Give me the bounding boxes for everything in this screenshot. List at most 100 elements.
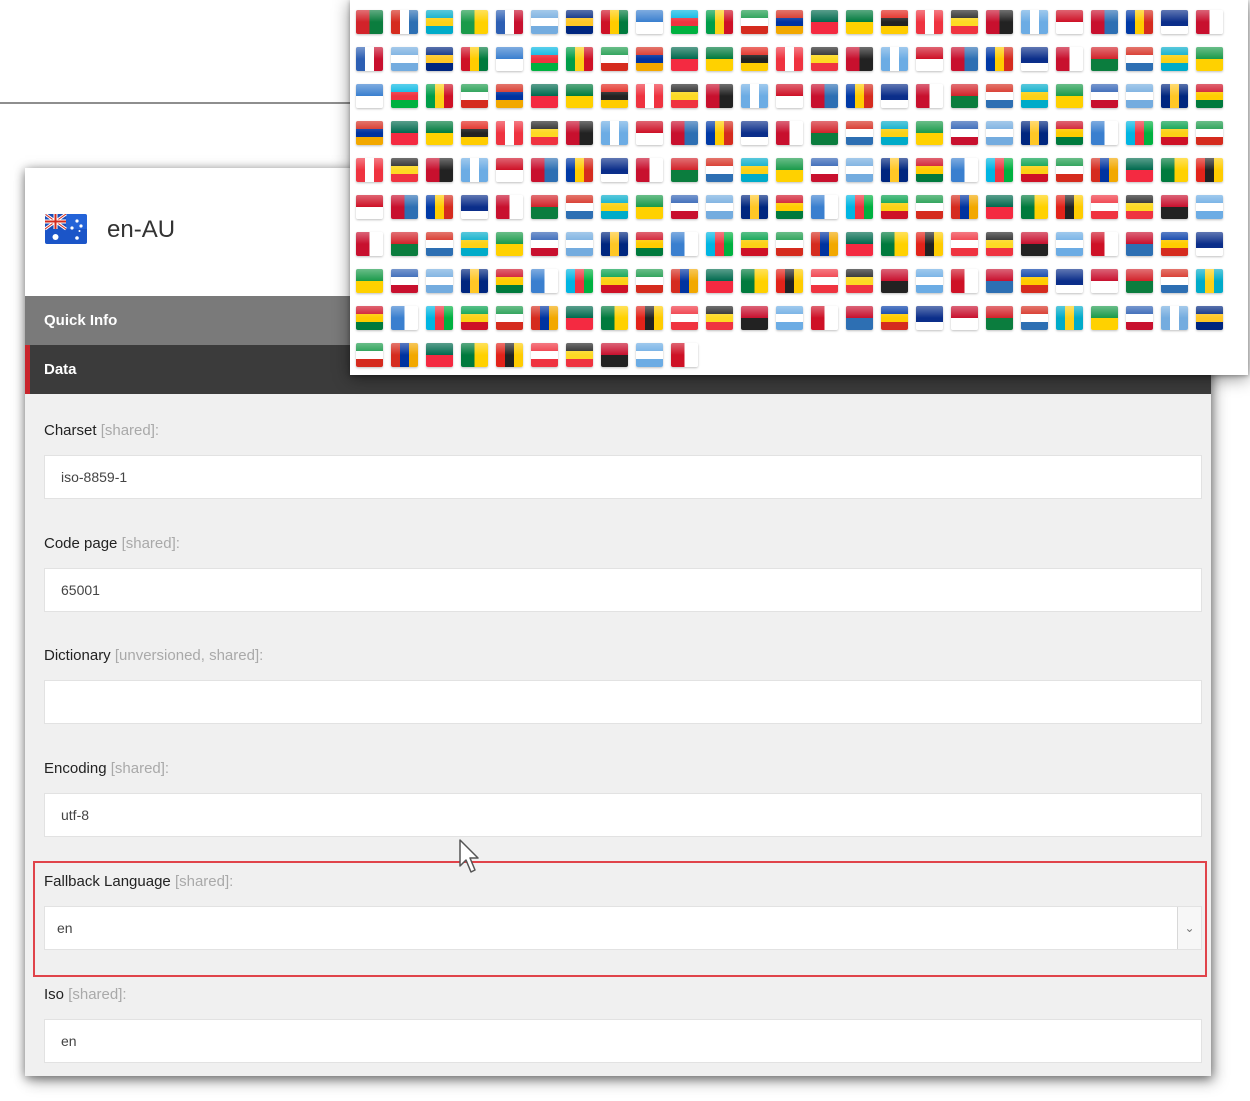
country-flag-icon[interactable] [846, 84, 873, 108]
country-flag-icon[interactable] [706, 269, 733, 293]
country-flag-icon[interactable] [1196, 121, 1223, 145]
country-flag-icon[interactable] [531, 195, 558, 219]
country-flag-icon[interactable] [741, 195, 768, 219]
country-flag-icon[interactable] [391, 84, 418, 108]
country-flag-icon[interactable] [1021, 269, 1048, 293]
country-flag-icon[interactable] [986, 232, 1013, 256]
country-flag-icon[interactable] [1021, 232, 1048, 256]
country-flag-icon[interactable] [461, 158, 488, 182]
country-flag-icon[interactable] [671, 232, 698, 256]
country-flag-icon[interactable] [356, 232, 383, 256]
country-flag-icon[interactable] [986, 306, 1013, 330]
country-flag-icon[interactable] [881, 306, 908, 330]
country-flag-icon[interactable] [916, 121, 943, 145]
country-flag-icon[interactable] [1196, 10, 1223, 34]
country-flag-icon[interactable] [951, 121, 978, 145]
country-flag-icon[interactable] [531, 121, 558, 145]
country-flag-icon[interactable] [566, 121, 593, 145]
country-flag-icon[interactable] [881, 158, 908, 182]
country-flag-icon[interactable] [391, 10, 418, 34]
country-flag-icon[interactable] [426, 84, 453, 108]
country-flag-icon[interactable] [636, 343, 663, 367]
country-flag-icon[interactable] [1161, 84, 1188, 108]
country-flag-icon[interactable] [1056, 232, 1083, 256]
country-flag-icon[interactable] [601, 269, 628, 293]
country-flag-icon[interactable] [916, 232, 943, 256]
country-flag-icon[interactable] [811, 47, 838, 71]
country-flag-icon[interactable] [566, 158, 593, 182]
country-flag-icon[interactable] [426, 306, 453, 330]
country-flag-icon[interactable] [461, 121, 488, 145]
country-flag-icon[interactable] [531, 158, 558, 182]
country-flag-icon[interactable] [636, 195, 663, 219]
country-flag-icon[interactable] [356, 343, 383, 367]
country-flag-icon[interactable] [531, 232, 558, 256]
country-flag-icon[interactable] [986, 84, 1013, 108]
country-flag-icon[interactable] [741, 232, 768, 256]
country-flag-icon[interactable] [426, 195, 453, 219]
country-flag-icon[interactable] [1091, 10, 1118, 34]
country-flag-icon[interactable] [636, 232, 663, 256]
country-flag-icon[interactable] [1196, 269, 1223, 293]
country-flag-icon[interactable] [461, 195, 488, 219]
country-flag-icon[interactable] [741, 47, 768, 71]
country-flag-icon[interactable] [951, 232, 978, 256]
country-flag-icon[interactable] [706, 10, 733, 34]
country-flag-icon[interactable] [636, 158, 663, 182]
country-flag-icon[interactable] [671, 269, 698, 293]
country-flag-icon[interactable] [881, 232, 908, 256]
country-flag-icon[interactable] [916, 158, 943, 182]
country-flag-icon[interactable] [741, 10, 768, 34]
country-flag-icon[interactable] [1056, 269, 1083, 293]
australia-flag-icon[interactable] [45, 214, 87, 244]
country-flag-icon[interactable] [496, 269, 523, 293]
country-flag-icon[interactable] [356, 84, 383, 108]
country-flag-icon[interactable] [776, 121, 803, 145]
country-flag-icon[interactable] [566, 269, 593, 293]
country-flag-icon[interactable] [636, 306, 663, 330]
country-flag-icon[interactable] [1126, 47, 1153, 71]
country-flag-icon[interactable] [601, 195, 628, 219]
country-flag-icon[interactable] [951, 158, 978, 182]
country-flag-icon[interactable] [951, 10, 978, 34]
country-flag-icon[interactable] [1056, 47, 1083, 71]
country-flag-icon[interactable] [1126, 232, 1153, 256]
country-flag-icon[interactable] [1021, 158, 1048, 182]
country-flag-icon[interactable] [601, 47, 628, 71]
country-flag-icon[interactable] [741, 158, 768, 182]
country-flag-icon[interactable] [531, 84, 558, 108]
chevron-down-icon[interactable]: ⌄ [1177, 907, 1201, 949]
country-flag-icon[interactable] [566, 195, 593, 219]
country-flag-icon[interactable] [531, 306, 558, 330]
country-flag-icon[interactable] [1056, 84, 1083, 108]
country-flag-icon[interactable] [496, 158, 523, 182]
country-flag-icon[interactable] [531, 10, 558, 34]
country-flag-icon[interactable] [1126, 10, 1153, 34]
country-flag-icon[interactable] [776, 269, 803, 293]
country-flag-icon[interactable] [391, 121, 418, 145]
country-flag-icon[interactable] [741, 306, 768, 330]
country-flag-icon[interactable] [776, 195, 803, 219]
country-flag-icon[interactable] [671, 343, 698, 367]
country-flag-icon[interactable] [391, 47, 418, 71]
country-flag-icon[interactable] [461, 10, 488, 34]
country-flag-icon[interactable] [811, 306, 838, 330]
country-flag-icon[interactable] [1161, 232, 1188, 256]
country-flag-icon[interactable] [846, 158, 873, 182]
code-page-input[interactable]: 65001 [44, 568, 1202, 612]
country-flag-icon[interactable] [1161, 269, 1188, 293]
country-flag-icon[interactable] [706, 195, 733, 219]
country-flag-icon[interactable] [846, 195, 873, 219]
country-flag-icon[interactable] [1021, 47, 1048, 71]
country-flag-icon[interactable] [881, 195, 908, 219]
country-flag-icon[interactable] [811, 158, 838, 182]
country-flag-icon[interactable] [391, 343, 418, 367]
country-flag-icon[interactable] [601, 158, 628, 182]
country-flag-icon[interactable] [601, 306, 628, 330]
country-flag-icon[interactable] [356, 10, 383, 34]
country-flag-icon[interactable] [356, 195, 383, 219]
country-flag-icon[interactable] [601, 121, 628, 145]
country-flag-icon[interactable] [1196, 158, 1223, 182]
country-flag-icon[interactable] [391, 195, 418, 219]
country-flag-icon[interactable] [636, 47, 663, 71]
